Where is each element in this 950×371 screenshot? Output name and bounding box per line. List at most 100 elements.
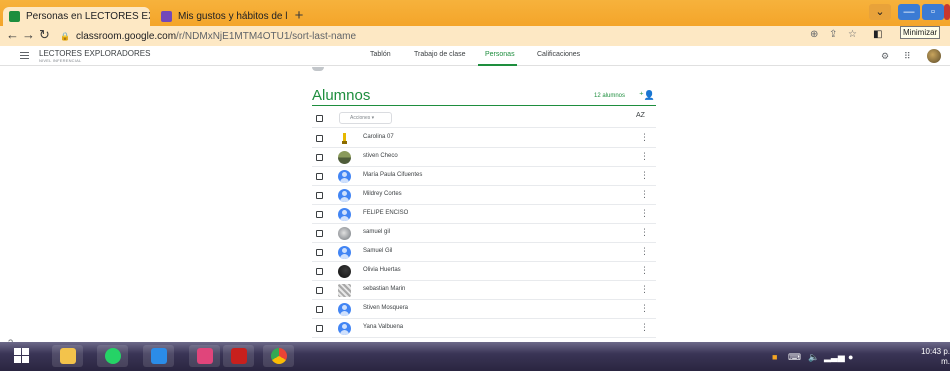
url-host: classroom.google.com — [76, 31, 177, 42]
close-window-button[interactable] — [944, 4, 950, 20]
student-name: stiven Checo — [363, 153, 398, 159]
student-checkbox[interactable] — [316, 211, 323, 218]
default-avatar-icon — [338, 189, 351, 202]
tab-tablon[interactable]: Tablón — [370, 51, 391, 58]
taskbar-chrome[interactable] — [263, 345, 294, 367]
more-options-icon[interactable]: ⋮ — [640, 208, 649, 219]
windows-start-icon[interactable] — [14, 348, 29, 363]
more-options-icon[interactable]: ⋮ — [640, 322, 649, 333]
more-options-icon[interactable]: ⋮ — [640, 265, 649, 276]
student-name: samuel gil — [363, 229, 391, 235]
more-options-icon[interactable]: ⋮ — [640, 132, 649, 143]
apps-grid-icon[interactable]: ⠿ — [904, 51, 911, 62]
tab-personas-classroom[interactable]: Personas — [485, 51, 515, 58]
whatsapp-icon — [104, 348, 121, 364]
network-icon[interactable]: ▂▃▅ — [824, 352, 845, 363]
invite-student-icon[interactable]: ⁺👤 — [639, 90, 655, 101]
class-name[interactable]: LECTORES EXPLORADORES — [39, 49, 150, 58]
bookmark-star-icon[interactable]: ☆ — [848, 29, 857, 40]
volume-icon[interactable]: 🔈 — [808, 352, 819, 363]
new-tab-button[interactable]: + — [290, 8, 308, 24]
student-name: Yana Valbuena — [363, 324, 404, 330]
student-row[interactable]: FELIPE ENCISO ⋮ — [312, 205, 656, 224]
section-title-alumnos: Alumnos — [312, 87, 371, 104]
actions-label: Acciones — [350, 115, 371, 121]
chrome-icon — [270, 348, 287, 364]
student-row[interactable]: Yana Valbuena ⋮ — [312, 319, 656, 338]
taskbar-explorer[interactable] — [52, 345, 83, 367]
student-row[interactable]: stiven Checo ⋮ — [312, 148, 656, 167]
student-checkbox[interactable] — [316, 173, 323, 180]
taskbar-whatsapp[interactable] — [97, 345, 128, 367]
student-checkbox[interactable] — [316, 325, 323, 332]
sidepanel-icon[interactable]: ◧ — [873, 29, 882, 40]
share-icon[interactable]: ⇪ — [829, 29, 837, 40]
settings-gear-icon[interactable]: ⚙ — [881, 51, 889, 62]
student-row[interactable]: sebastian Marin ⋮ — [312, 281, 656, 300]
student-name: Samuel Gil — [363, 248, 393, 254]
student-avatar — [338, 284, 351, 297]
maximize-button[interactable]: ▫ — [922, 4, 944, 20]
more-options-icon[interactable]: ⋮ — [640, 189, 649, 200]
student-checkbox[interactable] — [316, 249, 323, 256]
back-arrow-icon[interactable]: ← — [6, 28, 19, 42]
default-avatar-icon — [338, 322, 351, 335]
student-row[interactable]: Stiven Mosquera ⋮ — [312, 300, 656, 319]
more-options-icon[interactable]: ⋮ — [640, 170, 649, 181]
select-all-checkbox[interactable] — [316, 115, 323, 122]
main-menu-icon[interactable] — [20, 52, 29, 59]
taskbar-clock[interactable]: 10:43 p. m. — [916, 347, 950, 367]
tray-globe-icon[interactable]: ● — [848, 352, 853, 362]
more-options-icon[interactable]: ⋮ — [640, 284, 649, 295]
minimize-button[interactable]: — — [898, 4, 920, 20]
student-avatar — [338, 132, 351, 145]
more-options-icon[interactable]: ⋮ — [640, 151, 649, 162]
tab-trabajo-de-clase[interactable]: Trabajo de clase — [414, 51, 466, 58]
student-checkbox[interactable] — [316, 154, 323, 161]
student-checkbox[interactable] — [316, 135, 323, 142]
tab-personas[interactable]: Personas en LECTORES EXPLORA ✕ — [3, 7, 150, 26]
student-name: Stiven Mosquera — [363, 305, 409, 311]
more-options-icon[interactable]: ⋮ — [640, 246, 649, 257]
default-avatar-icon — [338, 246, 351, 259]
address-bar[interactable]: 🔒 classroom.google.com /r/NDMxNjE1MTM4OT… — [60, 29, 870, 44]
sort-az-icon[interactable]: AZ — [636, 112, 645, 119]
row-divider — [312, 127, 656, 128]
taskbar-app-pink[interactable] — [189, 345, 220, 367]
taskbar-acrobat[interactable] — [223, 345, 254, 367]
more-options-icon[interactable]: ⋮ — [640, 227, 649, 238]
app-pink-icon — [196, 348, 213, 364]
student-row[interactable]: Olivia Huertas ⋮ — [312, 262, 656, 281]
tab-mis-gustos[interactable]: Mis gustos y hábitos de lectura ✕ — [155, 7, 287, 26]
tab-title: Mis gustos y hábitos de lectura — [178, 11, 287, 22]
classroom-favicon-icon — [9, 11, 20, 22]
forward-arrow-icon[interactable]: → — [22, 28, 35, 42]
student-checkbox[interactable] — [316, 287, 323, 294]
student-row[interactable]: Carolina 07 ⋮ — [312, 129, 656, 148]
student-checkbox[interactable] — [316, 192, 323, 199]
student-checkbox[interactable] — [316, 268, 323, 275]
tab-search-chevron-icon[interactable]: ⌄ — [869, 4, 891, 20]
student-name: Mildrey Cortes — [363, 191, 402, 197]
student-checkbox[interactable] — [316, 230, 323, 237]
student-avatar — [338, 265, 351, 278]
taskbar-app-blue[interactable] — [143, 345, 174, 367]
default-avatar-icon — [338, 208, 351, 221]
default-avatar-icon — [338, 303, 351, 316]
student-name: María Paula Cifuentes — [363, 172, 423, 178]
reload-icon[interactable]: ↻ — [39, 28, 50, 42]
student-row[interactable]: samuel gil ⋮ — [312, 224, 656, 243]
student-count: 12 alumnos — [594, 93, 626, 99]
student-row[interactable]: Mildrey Cortes ⋮ — [312, 186, 656, 205]
actions-dropdown[interactable]: Acciones ▾ — [339, 112, 392, 124]
student-checkbox[interactable] — [316, 306, 323, 313]
tab-calificaciones[interactable]: Calificaciones — [537, 51, 580, 58]
class-subtitle: NIVEL INFERENCIAL — [39, 58, 82, 63]
keyboard-icon[interactable]: ⌨ — [788, 352, 801, 363]
more-options-icon[interactable]: ⋮ — [640, 303, 649, 314]
student-row[interactable]: María Paula Cifuentes ⋮ — [312, 167, 656, 186]
student-row[interactable]: Samuel Gil ⋮ — [312, 243, 656, 262]
tray-app-icon[interactable]: ■ — [772, 352, 777, 362]
profile-avatar[interactable] — [927, 49, 941, 63]
zoom-icon[interactable]: ⊕ — [810, 29, 818, 40]
